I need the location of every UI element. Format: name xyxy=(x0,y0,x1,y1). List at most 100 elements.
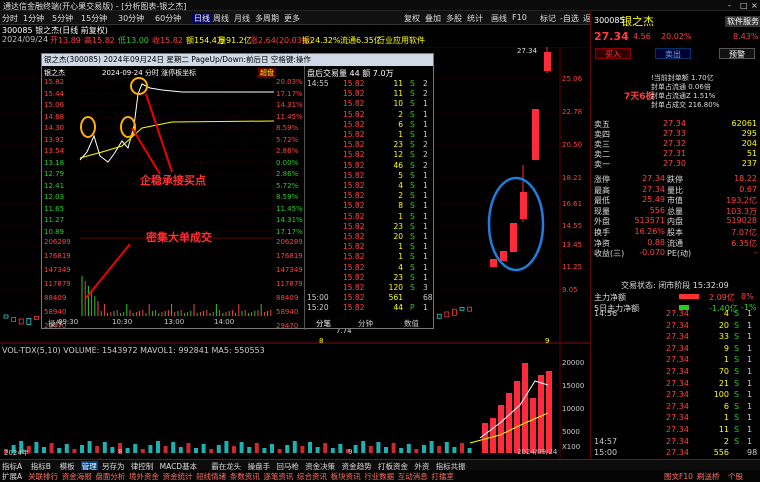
status-right-2[interactable]: 个股 xyxy=(728,471,743,482)
trade-row: 15.82 4 S 1 xyxy=(305,181,433,191)
stat-label-b-0: 跌停 xyxy=(667,175,683,184)
ask-volume-3: 51 xyxy=(746,149,757,158)
period-10[interactable]: 更多 xyxy=(284,13,300,24)
tick-price-7: 27.34 xyxy=(666,390,689,400)
toolbar-item-6[interactable]: 标记 xyxy=(540,13,556,24)
maximize-button[interactable]: □ xyxy=(740,1,748,10)
trade-row: 15.82 46 S 2 xyxy=(305,161,433,171)
trade-count: 1 xyxy=(423,303,428,313)
trade-row: 15.82 120 S 3 xyxy=(305,283,433,293)
popup-tab-0[interactable]: 操作 xyxy=(48,318,63,329)
trade-flag: S xyxy=(410,242,415,252)
annotation-large-trades: 密集大单成交 xyxy=(146,231,212,244)
ask-volume-2: 204 xyxy=(741,139,757,148)
trade-row: 15.82 11 S 2 xyxy=(305,89,433,99)
trade-time: 14:55 xyxy=(307,79,329,88)
tick-time-0: 14:56 xyxy=(594,309,618,318)
period-3[interactable]: 15分钟 xyxy=(81,13,107,24)
minimize-button[interactable]: - xyxy=(728,1,731,10)
period-8[interactable]: 月线 xyxy=(234,13,250,24)
status-item-8[interactable]: 逐笔资讯 xyxy=(263,471,293,482)
intraday-popup[interactable]: 银之杰(300085) 2024年09月24日 星期二 PageUp/Down:… xyxy=(41,53,434,330)
ask-volume-1: 295 xyxy=(741,129,757,138)
tick-price-11: 27.34 xyxy=(666,436,689,446)
stat-label-a-2: 最低 xyxy=(594,196,610,206)
toolbar-item-0[interactable]: 复权 xyxy=(404,13,420,24)
sell-button[interactable]: 卖出 xyxy=(655,48,691,59)
status-item-12[interactable]: 互动消息 xyxy=(398,471,428,482)
toolbar-item-1[interactable]: 叠加 xyxy=(425,13,441,24)
trade-price: 15.82 xyxy=(343,181,365,190)
vol-axis-right-0: 206289 xyxy=(276,238,303,246)
period-5[interactable]: 60分钟 xyxy=(155,13,181,24)
period-9[interactable]: 多周期 xyxy=(255,13,279,24)
buy-button[interactable]: 买入 xyxy=(595,48,631,59)
period-1[interactable]: 1分钟 xyxy=(23,13,44,24)
status-item-4[interactable]: 境外资金 xyxy=(129,471,159,482)
trade-flag: S xyxy=(410,191,415,201)
trade-price: 15.82 xyxy=(343,262,365,272)
period-6[interactable]: 日线 xyxy=(192,13,212,24)
tick-count-3: 1 xyxy=(747,343,753,353)
trade-row: 15.82 20 S 1 xyxy=(305,232,433,242)
rp-change: 4.56 xyxy=(633,32,651,41)
trade-row: 15.82 23 S 1 xyxy=(305,222,433,232)
volume-axis-label-2: 10000 xyxy=(562,405,585,413)
stat-label-a-7: 收益(三) xyxy=(594,249,625,259)
tick-price-10: 27.34 xyxy=(666,425,689,434)
trade-row: 15.82 12 S 2 xyxy=(305,150,433,160)
right-axis-3: 11.45% xyxy=(276,112,303,121)
price-axis-label-0: 25.06 xyxy=(562,75,583,83)
status-item-6[interactable]: 短线情绪 xyxy=(196,471,226,482)
date-label-month8: 8 xyxy=(118,448,123,456)
status-right-0[interactable]: 图文F10 xyxy=(664,471,693,482)
toolbar-item-7[interactable]: -自选 xyxy=(560,13,579,24)
tick-price-2: 27.34 xyxy=(666,332,689,342)
ask-volume-0: 62061 xyxy=(731,119,757,128)
ask-price-4: 27.30 xyxy=(663,159,686,168)
toolbar-item-5[interactable]: F10 xyxy=(512,13,527,22)
status-item-3[interactable]: 盘面分析 xyxy=(95,471,125,482)
ask-price-0: 27.34 xyxy=(663,119,686,128)
industry-badge[interactable]: 软件服务 xyxy=(725,16,760,27)
trade-row: 15.82 8 S 1 xyxy=(305,201,433,211)
status-item-13[interactable]: 打擂室 xyxy=(431,471,454,482)
price-axis-label-4: 16.61 xyxy=(562,200,583,208)
vol-axis-right-3: 117879 xyxy=(276,280,303,288)
status-item-0[interactable]: 扩展A xyxy=(2,471,22,482)
trade-row: 15.82 1 S 1 xyxy=(305,212,433,222)
period-0[interactable]: 分时 xyxy=(2,13,18,24)
trade-flag: S xyxy=(410,160,415,170)
status-item-2[interactable]: 资金海报 xyxy=(62,471,92,482)
tick-volume-9: 1 xyxy=(723,413,729,423)
toolbar-item-3[interactable]: 统计 xyxy=(467,13,483,24)
right-axis-1: 17.17% xyxy=(276,89,303,98)
trade-row: 15.82 23 S 2 xyxy=(305,140,433,150)
indicator-tabs: 指标A 指标B 模板 管理 另存为 律控制 MACD基本 霸在龙头 操盘手 回马枪 资金决策 资金趋势… xyxy=(0,459,760,472)
alert-button[interactable]: 预警 xyxy=(719,48,755,59)
left-axis-1: 15.44 xyxy=(44,89,65,98)
toolbar-item-4[interactable]: 画线 xyxy=(491,13,507,24)
stat-label-a-0: 涨停 xyxy=(594,175,610,184)
status-item-5[interactable]: 资金统计 xyxy=(163,471,193,482)
toolbar-item-2[interactable]: 多股 xyxy=(446,13,462,24)
volume-value: 量91.2亿 xyxy=(218,36,252,45)
status-item-11[interactable]: 行业数据 xyxy=(364,471,394,482)
tick-count-10: 1 xyxy=(747,425,753,434)
status-item-7[interactable]: 条数资讯 xyxy=(230,471,260,482)
period-7[interactable]: 周线 xyxy=(213,13,229,24)
close-button[interactable]: × xyxy=(751,1,758,10)
status-item-9[interactable]: 综合资讯 xyxy=(297,471,327,482)
popup-tab-3[interactable]: 数值 xyxy=(404,318,419,329)
trade-volume: 4 xyxy=(398,181,403,190)
popup-tab-2[interactable]: 分钟 xyxy=(358,318,373,329)
trade-flag: S xyxy=(410,262,415,272)
popup-tab-1[interactable]: 分笔 xyxy=(316,318,331,329)
period-2[interactable]: 5分钟 xyxy=(52,13,73,24)
status-right-1[interactable]: 刷送桥 xyxy=(697,471,720,482)
trade-volume: 44 xyxy=(393,303,403,313)
trade-count: 3 xyxy=(423,283,428,292)
status-item-1[interactable]: 关联排行 xyxy=(28,471,58,482)
period-4[interactable]: 30分钟 xyxy=(118,13,144,24)
status-item-10[interactable]: 板块资讯 xyxy=(331,471,361,482)
